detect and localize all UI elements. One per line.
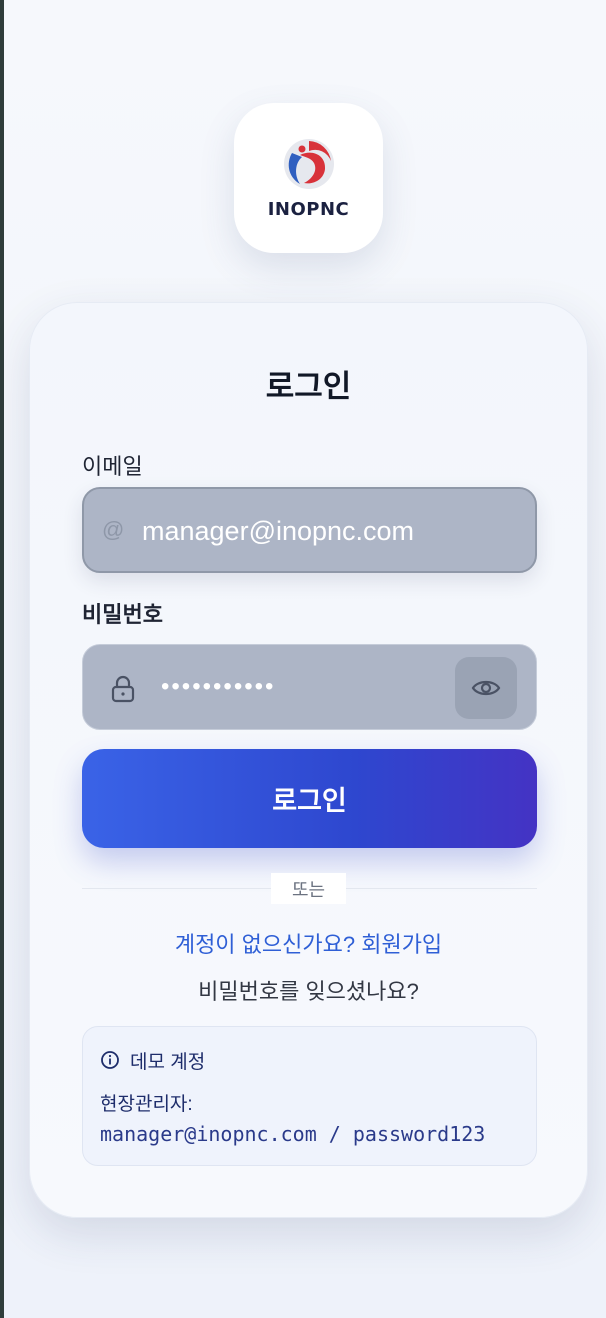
email-field[interactable]: @ manager@inopnc.com [82,487,537,573]
password-value[interactable]: ••••••••••• [161,673,275,701]
divider-text: 또는 [271,873,346,904]
at-sign-icon: @ [102,517,125,542]
login-title: 로그인 [265,369,352,404]
email-label: 이메일 [82,454,143,479]
login-card: 로그인 이메일 @ manager@inopnc.com 비밀번호 ••••••… [29,302,588,1218]
demo-account-box: 데모 계정 현장관리자: manager@inopnc.com / passwo… [82,1026,537,1166]
brand-name: INOPNC [267,198,350,220]
demo-account-credentials: manager@inopnc.com / password123 [100,1122,486,1146]
signup-link[interactable]: 계정이 없으신가요? 회원가입 [30,927,587,959]
demo-account-title: 데모 계정 [130,1052,206,1073]
password-label: 비밀번호 [82,602,163,627]
password-field[interactable]: ••••••••••• [82,644,537,730]
demo-account-role: 현장관리자: [100,1094,193,1115]
email-value[interactable]: manager@inopnc.com [142,516,414,547]
brand-logo: INOPNC [234,103,383,253]
eye-icon [471,680,501,696]
window-edge [0,0,4,1318]
info-icon [101,1051,119,1069]
lock-icon [111,675,135,703]
toggle-password-visibility-button[interactable] [455,657,517,719]
login-button[interactable]: 로그인 [82,749,537,848]
inopnc-logo-icon [283,138,334,189]
forgot-password-link[interactable]: 비밀번호를 잊으셨나요? [30,974,587,1006]
